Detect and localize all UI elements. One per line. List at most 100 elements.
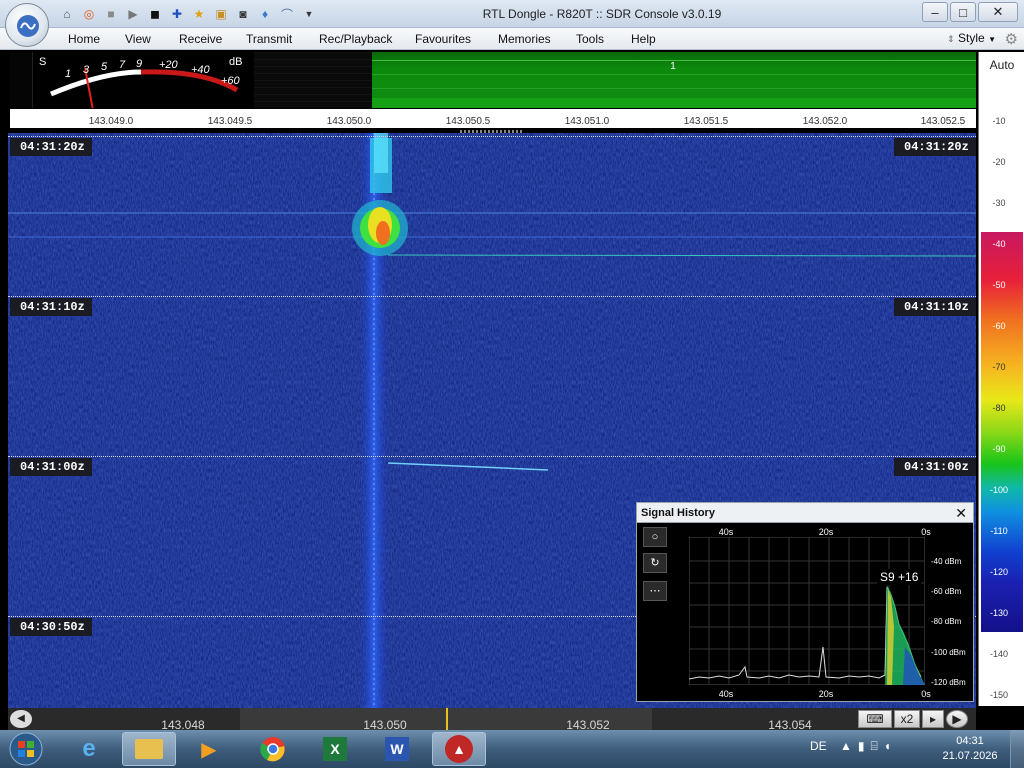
time-gridline: [8, 136, 976, 137]
spectrum-marker-label: 1: [670, 61, 676, 72]
tray-volume-icon[interactable]: ◖: [884, 739, 891, 754]
history-y-label: -120 dBm: [931, 678, 966, 687]
frequency-scale[interactable]: 143.049.0 143.049.5 143.050.0 143.050.5 …: [10, 108, 976, 128]
menu-favourites[interactable]: Favourites: [415, 32, 471, 46]
history-x-label: 40s: [718, 689, 734, 699]
window-title: RTL Dongle - R820T :: SDR Console v3.0.1…: [482, 7, 722, 21]
waterfall-time-label: 04:31:10z: [894, 298, 976, 316]
freq-tick-label: 143.049.0: [88, 116, 134, 127]
s-meter-tick: 3: [83, 64, 90, 76]
freq-tick-label: 143.050.5: [445, 116, 491, 127]
menu-receive[interactable]: Receive: [179, 32, 222, 46]
history-y-label: -100 dBm: [931, 648, 966, 657]
freq-tick-label: 143.052.0: [802, 116, 848, 127]
style-arrows-icon: ⇕: [947, 34, 955, 44]
record-icon[interactable]: ○: [643, 527, 667, 547]
maximize-button[interactable]: □: [950, 2, 976, 22]
signal-reading: S9 +16: [877, 569, 922, 585]
menu-rec-playback[interactable]: Rec/Playback: [319, 32, 392, 46]
tray-network-icon[interactable]: ⌸: [871, 739, 878, 754]
reset-icon[interactable]: ↻: [643, 553, 667, 573]
freq-tick-label: 143.052.5: [920, 116, 966, 127]
system-tray: ▲ ▮ ⌸ ◖: [840, 739, 891, 754]
waterfall-time-label: 04:31:10z: [10, 298, 92, 316]
history-x-label: 20s: [818, 527, 834, 537]
more-icon[interactable]: ⋯: [643, 581, 667, 601]
history-x-label: 0s: [921, 689, 931, 699]
time-gridline: [8, 456, 976, 457]
auto-scale-button[interactable]: Auto: [979, 58, 1024, 72]
top-display: S dB 1 3 5 7 9 +20 +40 +60 1: [10, 52, 976, 108]
taskbar-explorer-icon[interactable]: [122, 732, 176, 766]
s-meter: S dB 1 3 5 7 9 +20 +40 +60: [32, 52, 254, 108]
freq-tick-label: 143.050.0: [326, 116, 372, 127]
taskbar-chrome-icon[interactable]: [246, 732, 300, 766]
db-tick-label: -100: [989, 485, 1008, 495]
gear-icon[interactable]: ⚙: [1005, 30, 1018, 48]
spectrum-trace: [372, 98, 976, 108]
keyboard-icon[interactable]: ⌨: [858, 710, 892, 728]
s-meter-tick: +20: [159, 59, 178, 71]
zoom-controls: ⌨ x2 ▸ ▶: [858, 710, 974, 728]
waterfall-time-label: 04:31:00z: [10, 458, 92, 476]
start-button[interactable]: [6, 730, 46, 768]
language-indicator[interactable]: DE: [810, 739, 827, 753]
show-desktop-button[interactable]: [1010, 730, 1024, 768]
spectrum-gridline: [372, 88, 976, 89]
menu-transmit[interactable]: Transmit: [246, 32, 292, 46]
tuning-marker: [446, 708, 448, 730]
menu-help[interactable]: Help: [631, 32, 656, 46]
freq-tick-label: 143.051.5: [683, 116, 729, 127]
s-meter-db-label: dB: [229, 56, 243, 68]
close-icon[interactable]: ✕: [955, 505, 967, 522]
history-y-label: -80 dBm: [931, 617, 962, 626]
s-meter-tick: 1: [65, 68, 72, 80]
s-meter-s-label: S: [39, 56, 47, 68]
menu-tools[interactable]: Tools: [576, 32, 604, 46]
db-tick-label: -50: [992, 280, 1006, 290]
taskbar-sdr-console-icon[interactable]: ▲: [432, 732, 486, 766]
db-tick-label: -40: [992, 239, 1006, 249]
zoom-next-icon[interactable]: ▸: [922, 710, 944, 728]
taskbar-word-icon[interactable]: W: [370, 732, 424, 766]
zoom-value[interactable]: x2: [894, 710, 920, 728]
menu-view[interactable]: View: [125, 32, 151, 46]
s-meter-tick: 5: [101, 61, 108, 73]
db-tick-label: -10: [992, 116, 1006, 126]
close-button[interactable]: ✕: [978, 2, 1018, 22]
taskbar: e ▶ X W ▲ DE ▲ ▮ ⌸ ◖ 04:31 21.07.2026: [0, 730, 1024, 768]
minimize-button[interactable]: –: [922, 2, 948, 22]
taskbar-ie-icon[interactable]: e: [62, 732, 116, 766]
taskbar-excel-icon[interactable]: X: [308, 732, 362, 766]
freq-tick-label: 143.051.0: [564, 116, 610, 127]
db-tick-label: -90: [992, 444, 1006, 454]
db-scale[interactable]: Auto -10 -20 -30 -40 -50 -60 -70 -80 -90…: [978, 52, 1024, 706]
db-tick-label: -80: [992, 403, 1006, 413]
style-label: Style: [958, 31, 985, 45]
clock[interactable]: 04:31 21.07.2026: [940, 734, 1000, 764]
taskbar-media-player-icon[interactable]: ▶: [182, 732, 236, 766]
history-y-label: -60 dBm: [931, 587, 962, 596]
windows-logo-icon: [9, 732, 43, 766]
scroll-left-button[interactable]: ◀: [10, 710, 32, 728]
tray-expand-icon[interactable]: ▲: [840, 739, 852, 754]
bottom-scale-bar[interactable]: ◀ 143.048 143.050 143.052 143.054 ⌨ x2 ▸…: [8, 708, 976, 732]
sdr-console-window: ⌂ ◎ ■ ▶ ◼ ✚ ★ ▣ ◙ ♦ ⌒ ▼ RTL Dongle - R82…: [0, 0, 1024, 768]
signal-history-title: Signal History: [637, 503, 973, 523]
app-menu-orb[interactable]: [5, 3, 49, 47]
s-meter-tick: +40: [191, 64, 210, 76]
menu-memories[interactable]: Memories: [498, 32, 551, 46]
signal-history-plot: [689, 537, 925, 685]
s-meter-tick: 7: [119, 59, 126, 71]
db-tick-label: -150: [989, 690, 1008, 700]
tray-device-icon[interactable]: ▮: [858, 739, 865, 754]
menu-home[interactable]: Home: [68, 32, 100, 46]
chevron-down-icon: ▼: [988, 35, 996, 44]
window-controls: – □ ✕: [922, 2, 1018, 22]
s-meter-tick: +60: [221, 75, 240, 87]
scroll-right-button[interactable]: ▶: [946, 710, 968, 728]
history-x-label: 20s: [818, 689, 834, 699]
s-meter-grid: [254, 52, 372, 108]
style-menu[interactable]: ⇕ Style ▼: [947, 31, 996, 45]
waterfall-time-label: 04:31:00z: [894, 458, 976, 476]
